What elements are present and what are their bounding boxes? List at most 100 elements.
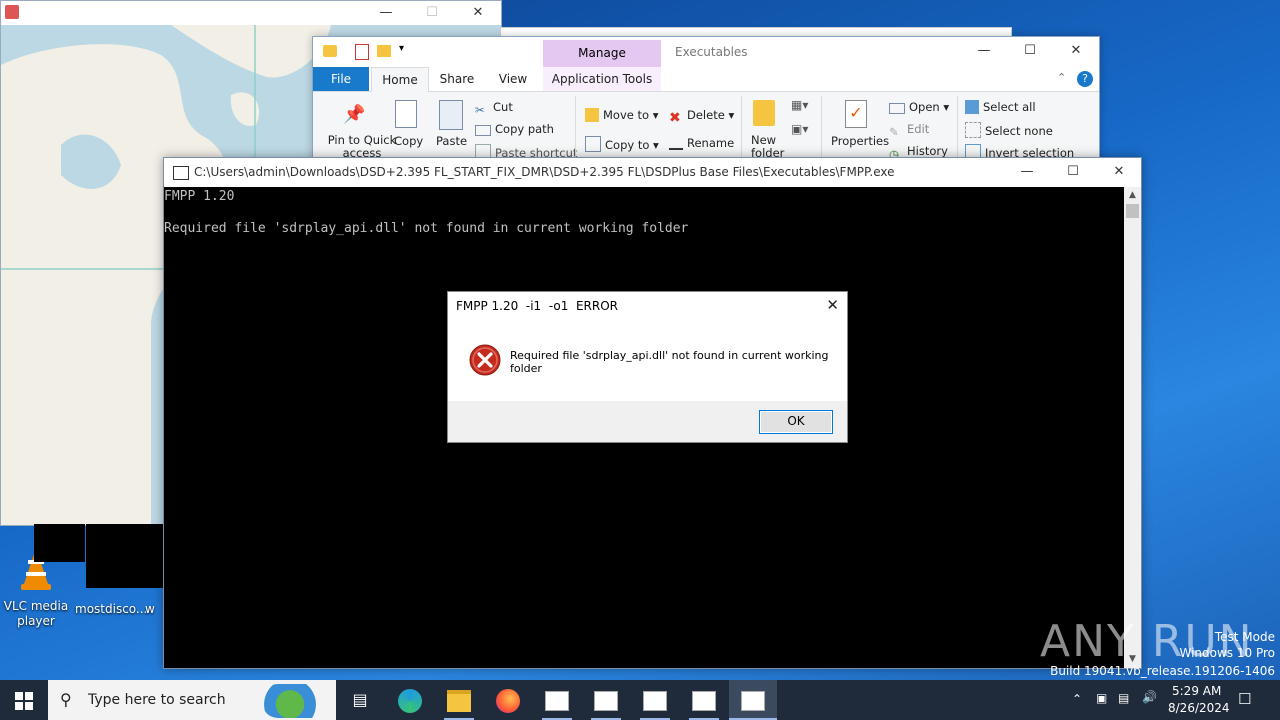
taskbar-console-4[interactable] bbox=[680, 680, 728, 720]
taskbar-console-1[interactable] bbox=[533, 680, 581, 720]
select-all-icon bbox=[965, 100, 979, 114]
search-highlight-icon bbox=[262, 684, 332, 718]
properties-button[interactable]: Properties bbox=[831, 134, 889, 148]
ok-button[interactable]: OK bbox=[759, 410, 833, 434]
pin-icon: 📌 bbox=[343, 104, 366, 125]
copy-icon bbox=[395, 100, 417, 128]
desktop-icon-label: mostdisco... bbox=[75, 602, 148, 616]
tab-application-tools[interactable]: Application Tools bbox=[543, 67, 661, 91]
dialog-title: FMPP 1.20 -i1 -o1 ERROR bbox=[456, 299, 619, 313]
properties-icon: ✓ bbox=[845, 100, 867, 128]
clock-time[interactable]: 5:29 AM bbox=[1172, 684, 1221, 698]
console-scrollbar[interactable]: ▲ ▼ bbox=[1124, 187, 1141, 668]
rename-label: Rename bbox=[687, 136, 735, 150]
context-tab-manage[interactable]: Manage bbox=[543, 40, 661, 67]
search-icon: ⚲ bbox=[60, 690, 72, 709]
copy-path-button[interactable]: Copy path bbox=[475, 122, 554, 136]
chevron-up-icon[interactable]: ⌃ bbox=[1072, 692, 1082, 706]
clock-date[interactable]: 8/26/2024 bbox=[1168, 701, 1230, 715]
volume-icon[interactable]: 🔊 bbox=[1142, 690, 1157, 704]
select-none-icon bbox=[965, 122, 981, 138]
desktop-icon-w[interactable]: w bbox=[145, 598, 165, 617]
rename-button[interactable]: Rename bbox=[669, 136, 734, 150]
close-icon[interactable]: ✕ bbox=[826, 296, 839, 314]
taskbar-console-active[interactable] bbox=[729, 680, 777, 720]
dialog-footer: OK bbox=[448, 401, 847, 442]
console-line: Required file 'sdrplay_api.dll' not foun… bbox=[164, 221, 689, 236]
maximize-icon[interactable]: ☐ bbox=[409, 1, 455, 25]
scroll-thumb[interactable] bbox=[1126, 204, 1139, 218]
tab-file[interactable]: File bbox=[313, 67, 369, 91]
taskbar-console-3[interactable] bbox=[631, 680, 679, 720]
tab-view[interactable]: View bbox=[485, 67, 541, 91]
delete-button[interactable]: ✖ Delete ▾ bbox=[669, 108, 734, 126]
minimize-icon[interactable]: — bbox=[363, 1, 409, 25]
minimize-icon[interactable]: — bbox=[961, 39, 1007, 63]
cut-button[interactable]: ✂ Cut bbox=[475, 100, 513, 117]
map-window-titlebar[interactable]: — ☐ ✕ bbox=[1, 1, 501, 25]
chevron-down-icon[interactable]: ▾ bbox=[399, 43, 404, 54]
console-title: C:\Users\admin\Downloads\DSD+2.395 FL_ST… bbox=[194, 165, 895, 179]
task-view-icon[interactable]: ▤ bbox=[336, 680, 384, 720]
new-item-icon[interactable]: ▦▾ bbox=[791, 98, 808, 112]
select-all-button[interactable]: Select all bbox=[965, 100, 1036, 114]
easy-access-icon[interactable]: ▣▾ bbox=[791, 122, 808, 136]
scroll-up-arrow[interactable]: ▲ bbox=[1124, 187, 1141, 204]
open-button[interactable]: Open ▾ bbox=[889, 100, 949, 114]
copy-to-label: Copy to bbox=[605, 138, 650, 152]
select-none-button[interactable]: Select none bbox=[965, 122, 1053, 138]
windows-icon bbox=[15, 691, 33, 710]
open-icon bbox=[889, 103, 905, 114]
select-all-label: Select all bbox=[983, 100, 1036, 114]
cut-label: Cut bbox=[493, 100, 513, 114]
close-icon[interactable]: ✕ bbox=[1096, 160, 1142, 184]
edge-icon[interactable] bbox=[386, 680, 434, 720]
console-line: FMPP 1.20 bbox=[164, 189, 235, 204]
window-title: Executables bbox=[675, 45, 748, 59]
taskbar-search[interactable]: ⚲ Type here to search bbox=[48, 680, 336, 720]
new-folder-qa-icon[interactable] bbox=[377, 45, 391, 57]
maximize-icon[interactable]: ☐ bbox=[1050, 160, 1096, 184]
ribbon-tabs: File Home Share View Application Tools ⌃… bbox=[313, 67, 1099, 92]
close-icon[interactable]: ✕ bbox=[455, 1, 501, 25]
network-device-icon[interactable]: ▣ bbox=[1096, 691, 1107, 705]
edit-icon: ✎ bbox=[889, 125, 899, 139]
move-to-icon bbox=[585, 108, 599, 122]
select-none-label: Select none bbox=[985, 124, 1053, 138]
tab-share[interactable]: Share bbox=[429, 67, 485, 91]
shortcut-thumbnail bbox=[60, 524, 85, 562]
start-button[interactable] bbox=[0, 680, 48, 720]
paste-button[interactable]: Paste bbox=[436, 134, 467, 148]
paste-icon bbox=[439, 100, 463, 130]
shortcut-thumbnail bbox=[86, 524, 163, 588]
maximize-icon[interactable]: ☐ bbox=[1007, 39, 1053, 63]
edit-button[interactable]: ✎ Edit bbox=[889, 122, 929, 139]
shortcut-thumbnail bbox=[34, 524, 60, 562]
explorer-titlebar[interactable]: ▾ Manage Executables — ☐ ✕ bbox=[313, 37, 1099, 67]
copy-button[interactable]: Copy bbox=[394, 134, 423, 148]
copy-to-button[interactable]: Copy to ▾ bbox=[585, 136, 659, 152]
close-icon[interactable]: ✕ bbox=[1053, 39, 1099, 63]
desktop-icon-mostdisco[interactable]: mostdisco... bbox=[75, 598, 147, 617]
new-folder-icon bbox=[753, 100, 775, 126]
minimize-icon[interactable]: — bbox=[1004, 160, 1050, 184]
firefox-icon[interactable] bbox=[484, 680, 532, 720]
chevron-up-icon[interactable]: ⌃ bbox=[1057, 71, 1066, 84]
file-explorer-icon[interactable] bbox=[435, 680, 483, 720]
console-titlebar[interactable]: C:\Users\admin\Downloads\DSD+2.395 FL_ST… bbox=[164, 158, 1141, 187]
watermark-test-mode: Test Mode bbox=[1214, 630, 1275, 644]
move-to-button[interactable]: Move to ▾ bbox=[585, 108, 658, 122]
properties-qa-icon[interactable] bbox=[355, 44, 369, 60]
error-dialog[interactable]: FMPP 1.20 -i1 -o1 ERROR ✕ Required file … bbox=[447, 291, 848, 443]
network-icon[interactable]: ▤ bbox=[1118, 691, 1129, 705]
taskbar-console-2[interactable] bbox=[582, 680, 630, 720]
taskbar: ⚲ Type here to search ▤ ⌃ ▣ ▤ 🔊 5:29 AM … bbox=[0, 680, 1280, 720]
folder-icon bbox=[323, 45, 337, 57]
edit-label: Edit bbox=[907, 122, 930, 136]
move-to-label: Move to bbox=[603, 108, 650, 122]
help-icon[interactable]: ? bbox=[1077, 71, 1093, 87]
notifications-icon[interactable]: ☐ bbox=[1238, 690, 1251, 708]
delete-label: Delete bbox=[687, 108, 725, 122]
tab-home[interactable]: Home bbox=[371, 67, 429, 92]
rename-icon bbox=[669, 140, 683, 150]
